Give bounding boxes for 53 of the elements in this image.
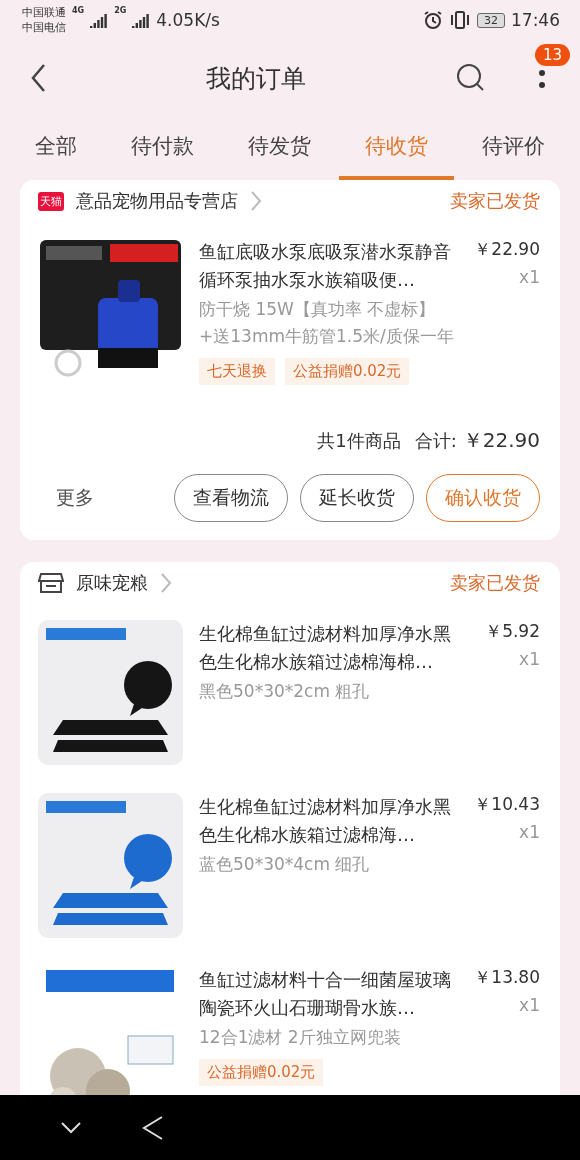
order-status: 卖家已发货 <box>450 189 540 213</box>
quantity: x1 <box>519 995 540 1015</box>
quantity: x1 <box>519 267 540 287</box>
store-name[interactable]: 意品宠物用品专营店 <box>76 189 238 213</box>
total-price: ￥22.90 <box>462 427 540 454</box>
service-tag: 七天退换 <box>199 358 275 385</box>
product-title[interactable]: 生化棉鱼缸过滤材料加厚净水黑色生化棉水族箱过滤棉海棉… <box>199 620 457 676</box>
product-title[interactable]: 鱼缸过滤材料十合一细菌屋玻璃陶瓷环火山石珊瑚骨水族… <box>199 966 457 1022</box>
search-icon[interactable] <box>456 63 486 93</box>
chevron-right-icon <box>160 572 172 594</box>
product-price: ￥13.80 <box>474 966 540 989</box>
service-tag: 公益捐赠0.02元 <box>285 358 410 385</box>
product-title[interactable]: 生化棉鱼缸过滤材料加厚净水黑色生化棉水族箱过滤棉海… <box>199 793 457 849</box>
alarm-icon <box>423 10 443 30</box>
order-status: 卖家已发货 <box>450 571 540 595</box>
signal-icon <box>132 12 151 28</box>
network-type: 2G <box>114 6 127 15</box>
tab[interactable]: 待发货 <box>222 116 337 180</box>
network-speed: 4.05K/s <box>156 10 220 30</box>
product-price: ￥5.92 <box>485 620 540 643</box>
store-name[interactable]: 原味宠粮 <box>76 571 148 595</box>
tab[interactable]: 待付款 <box>105 116 220 180</box>
product-spec: 12合1滤材 2斤独立网兜装 <box>199 1026 402 1049</box>
chevron-right-icon <box>250 190 262 212</box>
store-badge: 天猫 <box>38 191 64 211</box>
notification-badge: 13 <box>534 44 570 66</box>
action-button[interactable]: 延长收货 <box>300 474 414 522</box>
carrier-name: 中国联通 <box>22 5 66 20</box>
quantity: x1 <box>519 822 540 842</box>
shop-icon <box>38 572 64 594</box>
action-button[interactable]: 查看物流 <box>174 474 288 522</box>
product-title[interactable]: 鱼缸底吸水泵底吸泵潜水泵静音循环泵抽水泵水族箱吸便… <box>199 238 457 294</box>
total-label: 合计: <box>414 429 457 453</box>
service-tag: 公益捐赠0.02元 <box>199 1059 324 1086</box>
product-spec: 黑色50*30*2cm 粗孔 <box>199 680 371 703</box>
product-price: ￥10.43 <box>474 793 540 816</box>
vibrate-icon <box>449 10 471 30</box>
signal-icon <box>90 12 109 28</box>
page-title: 我的订单 <box>206 62 306 95</box>
more-link[interactable]: 更多 <box>56 485 94 511</box>
tab[interactable]: 待评价 <box>456 116 571 180</box>
clock: 17:46 <box>511 10 560 30</box>
battery-level: 32 <box>477 12 505 28</box>
tab[interactable]: 全部 <box>9 116 103 180</box>
quantity: x1 <box>519 649 540 669</box>
carrier-name: 中国电信 <box>22 20 66 35</box>
product-spec: 防干烧 15W【真功率 不虚标】+送13mm牛筋管1.5米/质保一年 <box>199 298 455 348</box>
chevron-down-icon[interactable] <box>60 1120 82 1135</box>
back-icon[interactable] <box>30 63 46 93</box>
network-type: 4G <box>72 6 85 15</box>
product-price: ￥22.90 <box>474 238 540 261</box>
product-spec: 蓝色50*30*4cm 细孔 <box>199 853 371 876</box>
item-count: 共1件商品 <box>317 429 401 453</box>
